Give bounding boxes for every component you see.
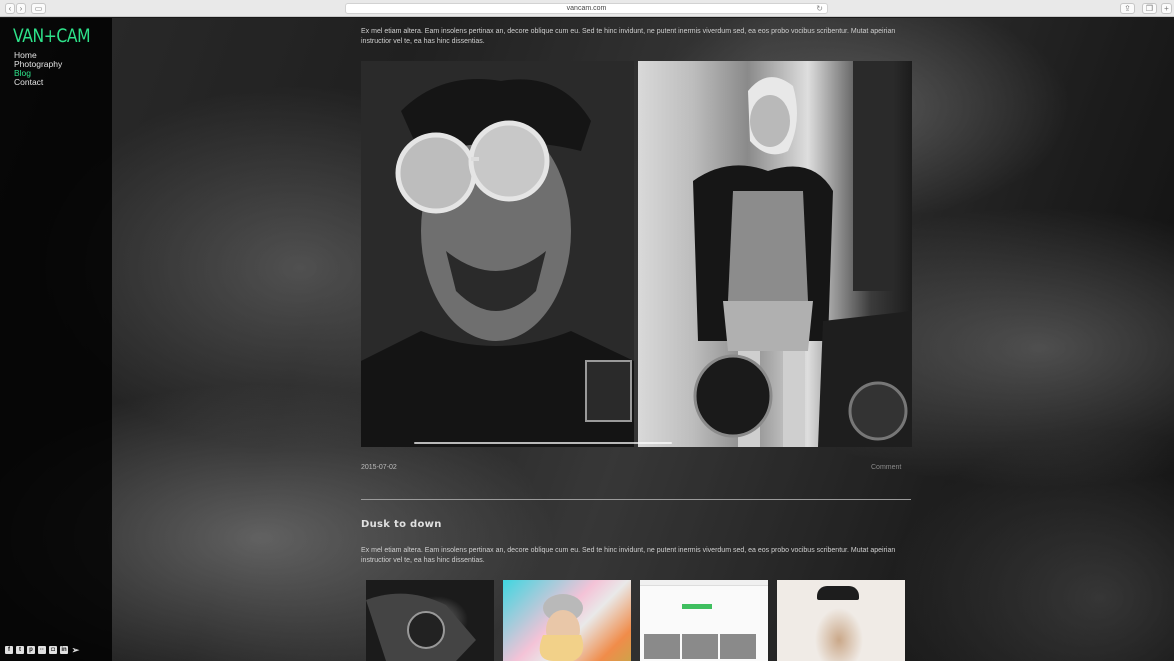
sidebar-toggle-button[interactable]: ▭: [31, 3, 46, 14]
post-intro-text: Ex mel etiam altera. Eam insolens pertin…: [361, 547, 896, 564]
twitter-icon[interactable]: t: [16, 646, 24, 654]
back-button[interactable]: ‹: [5, 3, 15, 14]
page: VAN+CAM Home Photography Blog Contact f …: [0, 18, 1174, 661]
flickr-icon[interactable]: ··: [38, 646, 46, 654]
thumbnail-instagram-screenshot[interactable]: [640, 580, 768, 661]
portrait-photo-man[interactable]: [361, 61, 634, 447]
portrait-man-illustration: [361, 79, 634, 447]
url-text: vancam.com: [566, 5, 607, 12]
sidebar-icon: ▭: [34, 4, 43, 13]
reload-icon[interactable]: ↻: [816, 4, 823, 13]
post-divider: [361, 499, 911, 500]
gallery-scrollbar[interactable]: [414, 442, 672, 444]
site-logo[interactable]: VAN+CAM: [13, 25, 91, 47]
share-button[interactable]: ⇪: [1120, 3, 1135, 14]
portrait-woman-illustration: [693, 61, 912, 447]
motorcycle-illustration: [366, 593, 476, 661]
comment-link[interactable]: Comment: [871, 464, 901, 471]
pinterest-icon[interactable]: p: [27, 646, 35, 654]
screenshot-follow-button: [682, 604, 712, 609]
chevron-left-icon: ‹: [8, 4, 12, 13]
facebook-icon[interactable]: f: [5, 646, 13, 654]
portrait-photo-woman[interactable]: [638, 61, 912, 447]
new-tab-button[interactable]: +: [1161, 3, 1172, 14]
nav-item-contact[interactable]: Contact: [14, 78, 62, 87]
post-date: 2015-07-02: [361, 464, 397, 471]
share-icon: ⇪: [1124, 4, 1131, 13]
thumbnail-beanie-girl-photo[interactable]: [503, 580, 631, 661]
thumbnail-cap-girl-photo[interactable]: [777, 580, 905, 661]
sidebar: VAN+CAM Home Photography Blog Contact f …: [0, 18, 112, 661]
post-intro-text: Ex mel etiam altera. Eam insolens pertin…: [361, 28, 896, 45]
instagram-icon[interactable]: ◘: [49, 646, 57, 654]
photo-gallery[interactable]: [361, 61, 912, 447]
social-links: f t p ·· ◘ in ➢: [5, 646, 80, 655]
post-title[interactable]: Dusk to down: [361, 519, 442, 530]
cap-shape: [817, 586, 859, 600]
thumbnail-row: [366, 580, 905, 661]
arrow-icon[interactable]: ➢: [71, 646, 80, 655]
thumbnail-motorcycle-photo[interactable]: [366, 580, 494, 661]
browser-toolbar: ‹ › ▭ vancam.com ↻ ⇪ ❐ +: [0, 0, 1174, 17]
screenshot-photo-grid: [644, 634, 768, 659]
forward-button[interactable]: ›: [16, 3, 26, 14]
chevron-right-icon: ›: [19, 4, 23, 13]
address-bar[interactable]: vancam.com ↻: [345, 3, 828, 14]
beanie-girl-illustration: [539, 594, 584, 661]
screenshot-header: [640, 580, 768, 586]
linkedin-icon[interactable]: in: [60, 646, 68, 654]
plus-icon: +: [1164, 4, 1169, 13]
tabs-button[interactable]: ❐: [1142, 3, 1157, 14]
main-nav: Home Photography Blog Contact: [14, 51, 62, 87]
tabs-icon: ❐: [1145, 4, 1154, 13]
